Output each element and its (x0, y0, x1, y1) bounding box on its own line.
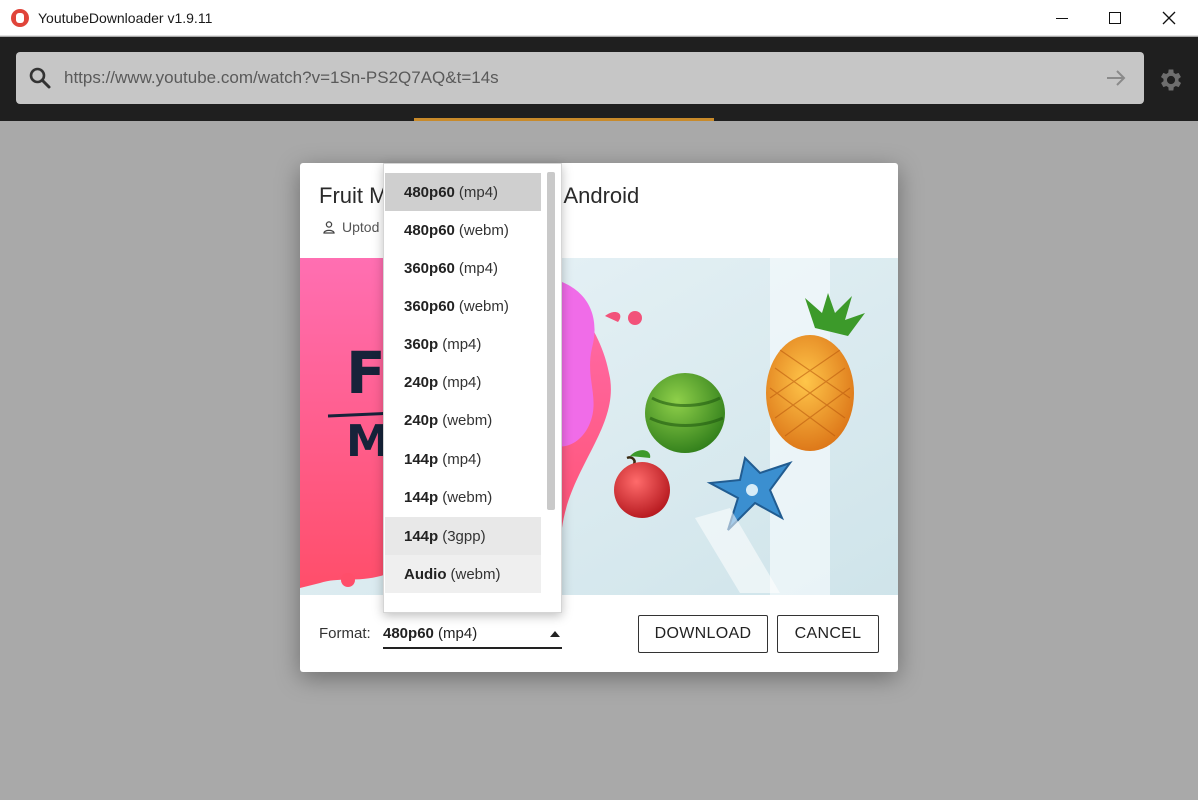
format-option-container: (webm) (442, 488, 493, 506)
format-option[interactable]: 480p60 (webm) (385, 211, 541, 249)
video-title-start: Fruit M (319, 183, 388, 208)
format-option-container: (mp4) (442, 373, 482, 391)
arrow-right-icon[interactable] (1104, 66, 1128, 90)
format-option[interactable]: 240p (webm) (385, 401, 541, 439)
format-option-container: (mp4) (458, 259, 499, 277)
maximize-button[interactable] (1092, 0, 1138, 36)
minimize-icon (1056, 17, 1068, 19)
window-title: YoutubeDownloader v1.9.11 (38, 10, 213, 26)
close-icon (1162, 11, 1176, 25)
uploader-name: Uptod (342, 219, 380, 235)
maximize-icon (1109, 12, 1121, 24)
format-option[interactable]: 144p (mp4) (385, 440, 541, 478)
format-select[interactable]: 480p60 (mp4) (383, 618, 562, 649)
format-option-container: (mp4) (442, 450, 482, 468)
format-option[interactable]: 240p (mp4) (385, 363, 541, 401)
title-bar: YoutubeDownloader v1.9.11 (0, 0, 1198, 36)
uploader-row: Uptod (322, 219, 379, 235)
format-option-quality: 480p60 (404, 183, 455, 201)
url-input[interactable] (64, 52, 1084, 104)
top-toolbar (0, 37, 1198, 121)
video-title-end: Android (563, 183, 640, 208)
format-option-quality: 144p (404, 450, 439, 468)
search-icon[interactable] (28, 66, 52, 90)
download-button[interactable]: DOWNLOAD (638, 615, 768, 653)
format-option-quality: 360p60 (404, 259, 455, 277)
format-option-quality: 144p (404, 527, 439, 545)
format-label: Format: (319, 625, 371, 642)
format-selected-container: (mp4) (438, 625, 478, 642)
format-option-container: (webm) (458, 297, 509, 315)
close-button[interactable] (1146, 0, 1192, 36)
url-search-box (16, 52, 1144, 104)
format-option[interactable]: 360p60 (webm) (385, 287, 541, 325)
format-option-quality: 240p (404, 411, 439, 429)
app-logo-icon (11, 9, 29, 27)
format-option[interactable]: 360p60 (mp4) (385, 249, 541, 287)
format-option-quality: 360p60 (404, 297, 455, 315)
format-selected-quality: 480p60 (383, 625, 434, 642)
format-option[interactable]: 360p (mp4) (385, 325, 541, 363)
format-option-container: (webm) (450, 565, 501, 583)
format-option-quality: 480p60 (404, 221, 455, 239)
format-option[interactable]: Audio (webm) (385, 555, 541, 593)
format-option-container: (3gpp) (442, 527, 486, 545)
dropdown-scrollbar[interactable] (547, 172, 555, 510)
user-icon (323, 221, 335, 234)
format-option-container: (mp4) (458, 183, 499, 201)
minimize-button[interactable] (1039, 0, 1085, 36)
cancel-button[interactable]: CANCEL (777, 615, 879, 653)
format-option-quality: 144p (404, 488, 439, 506)
format-option-container: (webm) (458, 221, 509, 239)
format-dropdown-menu: 480p60 (mp4) 480p60 (webm) 360p60 (mp4) 360… (383, 163, 562, 613)
format-option-quality: Audio (404, 565, 447, 583)
format-option[interactable]: 144p (3gpp) (385, 517, 541, 555)
caret-up-icon (550, 631, 560, 637)
format-option-container: (mp4) (442, 335, 482, 353)
settings-gear-icon[interactable] (1157, 66, 1185, 94)
format-option-container: (webm) (442, 411, 493, 429)
format-option-quality: 240p (404, 373, 439, 391)
format-option-quality: 360p (404, 335, 439, 353)
format-option[interactable]: 144p (webm) (385, 478, 541, 516)
progress-indicator (414, 118, 714, 121)
format-option[interactable]: 480p60 (mp4) (385, 173, 541, 211)
